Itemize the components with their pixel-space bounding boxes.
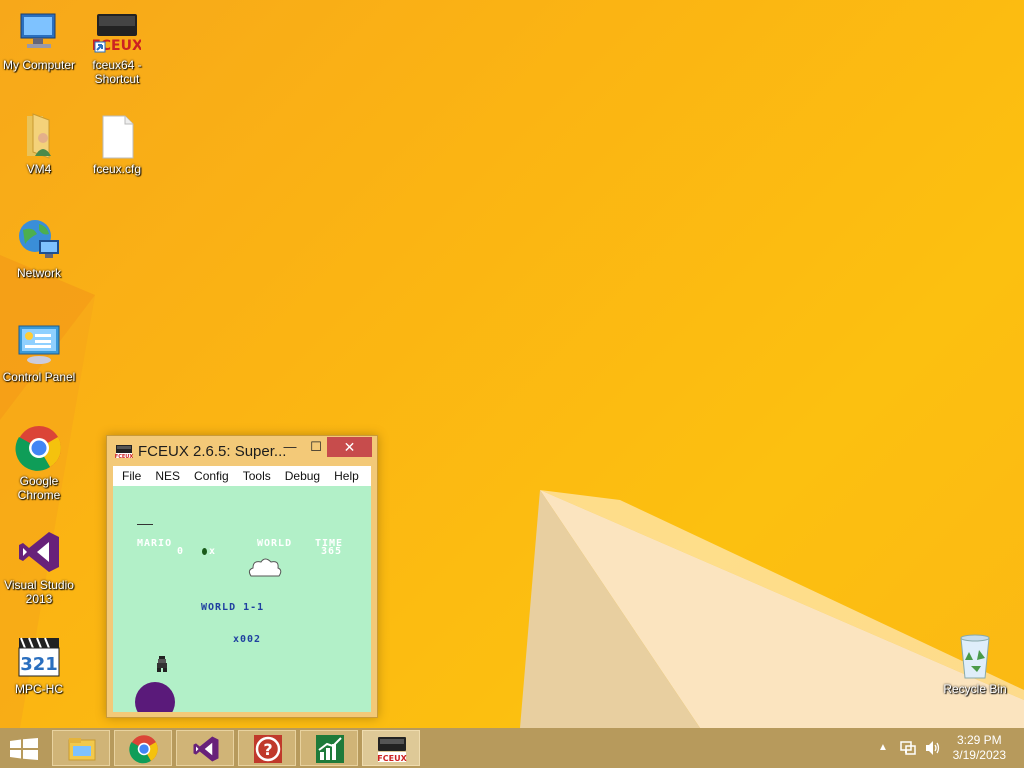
computer-icon <box>15 8 63 56</box>
desktop-icon-label: Control Panel <box>2 370 76 384</box>
windows-logo-icon <box>10 738 38 760</box>
visual-studio-icon <box>15 528 63 576</box>
menu-tools[interactable]: Tools <box>236 466 278 486</box>
hud-player-name: MARIO <box>137 538 173 549</box>
start-button[interactable] <box>6 730 42 766</box>
desktop-icon-fceux-cfg[interactable]: fceux.cfg <box>78 112 156 176</box>
system-tray: ▲ 3:29 PM 3/19/2023 <box>864 728 1024 768</box>
desktop-icon-label: My Computer <box>2 58 76 72</box>
menu-bar: File NES Config Tools Debug Help <box>113 466 371 486</box>
desktop-icon-control-panel[interactable]: Control Panel <box>0 320 78 384</box>
desktop-icon-label: Network <box>16 266 61 280</box>
svg-text:321: 321 <box>20 654 58 675</box>
cloud-icon <box>248 558 282 577</box>
clock-time: 3:29 PM <box>956 733 1002 747</box>
taskbar-fceux[interactable]: FCEUX <box>362 730 420 766</box>
menu-debug[interactable]: Debug <box>278 466 327 486</box>
lives-count: x002 <box>233 634 262 645</box>
coin-icon <box>202 548 207 555</box>
menu-file[interactable]: File <box>115 466 148 486</box>
close-button[interactable]: ✕ <box>327 437 372 457</box>
window-title: FCEUX 2.6.5: Super... <box>138 443 287 460</box>
hill-icon <box>135 682 175 712</box>
visual-studio-icon <box>193 736 219 762</box>
window-titlebar[interactable]: FCEUX FCEUX 2.6.5: Super... — ☐ ✕ <box>107 436 377 466</box>
svg-text:FCEUX: FCEUX <box>377 754 407 763</box>
mpc-hc-icon: 321 <box>15 632 63 680</box>
file-icon <box>93 112 141 160</box>
taskbar-help[interactable]: ? <box>238 730 296 766</box>
desktop-icon-label: MPC-HC <box>15 682 63 696</box>
control-panel-icon <box>15 320 63 368</box>
mario-sprite-icon <box>157 656 167 672</box>
network-icon <box>15 216 63 264</box>
network-status-icon[interactable] <box>900 740 916 756</box>
menu-config[interactable]: Config <box>187 466 236 486</box>
hud-score: 0 <box>177 546 185 557</box>
taskbar-chart-app[interactable] <box>300 730 358 766</box>
user-folder-icon <box>15 112 63 160</box>
taskbar: ? FCEUX ▲ 3:29 PM 3/19/2023 <box>0 728 1024 768</box>
desktop-icon-fceux-shortcut[interactable]: FCEUX fceux64 - Shortcut <box>78 8 156 86</box>
hud-world-label: WORLD <box>257 538 293 549</box>
desktop-icon-network[interactable]: Network <box>0 216 78 280</box>
menu-nes[interactable]: NES <box>148 466 187 486</box>
chrome-icon <box>15 424 63 472</box>
svg-text:FCEUX: FCEUX <box>115 454 133 459</box>
chrome-icon <box>129 735 158 764</box>
hud-time-value: 365 <box>321 546 343 557</box>
recycle-bin-icon <box>951 632 999 680</box>
clock[interactable]: 3:29 PM 3/19/2023 <box>953 733 1006 763</box>
world-title: WORLD 1-1 <box>201 602 265 613</box>
desktop-icon-label: VM4 <box>26 162 52 176</box>
desktop-icon-label: Visual Studio 2013 <box>4 578 74 606</box>
taskbar-chrome[interactable] <box>114 730 172 766</box>
fceux-icon: FCEUX <box>91 8 143 56</box>
minimize-button[interactable]: — <box>277 437 303 457</box>
clock-date: 3/19/2023 <box>952 748 1006 762</box>
desktop-icon-label: Google Chrome <box>17 474 61 502</box>
desktop-icon-google-chrome[interactable]: Google Chrome <box>0 424 78 502</box>
game-screen[interactable]: MARIO 0 x WORLD TIME 365 WORLD 1-1 x002 <box>113 486 371 712</box>
desktop-icon-label: Recycle Bin <box>943 682 1007 696</box>
help-icon: ? <box>254 735 282 763</box>
desktop-icon-recycle-bin[interactable]: Recycle Bin <box>936 632 1014 696</box>
desktop-icon-label: fceux64 - Shortcut <box>92 58 142 86</box>
file-explorer-icon <box>68 738 96 761</box>
hud-line <box>137 524 153 525</box>
taskbar-visual-studio[interactable] <box>176 730 234 766</box>
hud-coins: x <box>209 546 217 557</box>
fceux-window[interactable]: FCEUX FCEUX 2.6.5: Super... — ☐ ✕ File N… <box>106 435 378 718</box>
desktop-icon-visual-studio[interactable]: Visual Studio 2013 <box>0 528 78 606</box>
fceux-icon: FCEUX <box>115 445 133 459</box>
desktop-icon-label: fceux.cfg <box>92 162 142 176</box>
svg-text:?: ? <box>263 740 272 759</box>
chart-app-icon <box>316 735 344 763</box>
menu-help[interactable]: Help <box>327 466 366 486</box>
taskbar-file-explorer[interactable] <box>52 730 110 766</box>
fceux-icon: FCEUX <box>377 737 407 763</box>
show-hidden-icons-icon[interactable]: ▲ <box>878 742 888 753</box>
volume-icon[interactable] <box>924 740 942 756</box>
desktop-icon-mpc-hc[interactable]: 321 MPC-HC <box>0 632 78 696</box>
desktop-icon-my-computer[interactable]: My Computer <box>0 8 78 72</box>
desktop-icon-vm4[interactable]: VM4 <box>0 112 78 176</box>
maximize-button[interactable]: ☐ <box>303 437 329 457</box>
